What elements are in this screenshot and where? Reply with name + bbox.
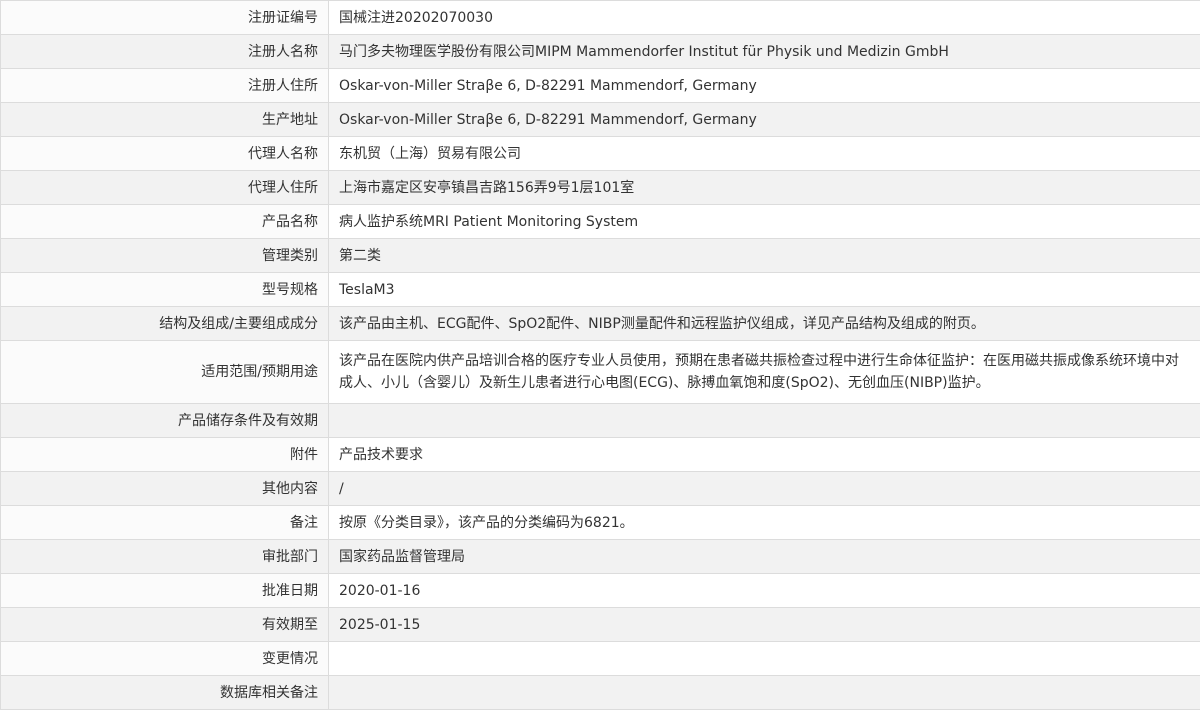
value-structure-composition: 该产品由主机、ECG配件、SpO2配件、NIBP测量配件和远程监护仪组成，详见产… [328, 306, 1200, 341]
value-remarks: 按原《分类目录》，该产品的分类编码为6821。 [328, 505, 1200, 540]
row-attachment: 附件 产品技术要求 [0, 437, 1200, 472]
value-product-name: 病人监护系统MRI Patient Monitoring System [328, 204, 1200, 239]
value-registration-number: 国械注进20202070030 [328, 0, 1200, 35]
label-database-remarks: 数据库相关备注 [0, 675, 329, 710]
row-storage-conditions: 产品储存条件及有效期 [0, 403, 1200, 438]
value-database-remarks [328, 675, 1200, 710]
value-production-address: Oskar-von-Miller Straβe 6, D-82291 Mamme… [328, 102, 1200, 137]
row-change-history: 变更情况 [0, 641, 1200, 676]
registration-record-table: 注册证编号 国械注进20202070030 注册人名称 马门多夫物理医学股份有限… [0, 0, 1200, 710]
label-structure-composition: 结构及组成/主要组成成分 [0, 306, 329, 341]
row-production-address: 生产地址 Oskar-von-Miller Straβe 6, D-82291 … [0, 102, 1200, 137]
label-attachment: 附件 [0, 437, 329, 472]
label-approval-department: 审批部门 [0, 539, 329, 574]
label-intended-use: 适用范围/预期用途 [0, 340, 329, 404]
label-product-name: 产品名称 [0, 204, 329, 239]
value-intended-use: 该产品在医院内供产品培训合格的医疗专业人员使用，预期在患者磁共振检查过程中进行生… [328, 340, 1200, 404]
value-storage-conditions [328, 403, 1200, 438]
row-remarks: 备注 按原《分类目录》，该产品的分类编码为6821。 [0, 505, 1200, 540]
value-approval-department: 国家药品监督管理局 [328, 539, 1200, 574]
value-registrant-address: Oskar-von-Miller Straβe 6, D-82291 Mamme… [328, 68, 1200, 103]
label-storage-conditions: 产品储存条件及有效期 [0, 403, 329, 438]
row-database-remarks: 数据库相关备注 [0, 675, 1200, 710]
row-product-name: 产品名称 病人监护系统MRI Patient Monitoring System [0, 204, 1200, 239]
label-change-history: 变更情况 [0, 641, 329, 676]
row-valid-until: 有效期至 2025-01-15 [0, 607, 1200, 642]
value-management-category: 第二类 [328, 238, 1200, 273]
label-valid-until: 有效期至 [0, 607, 329, 642]
label-model-spec: 型号规格 [0, 272, 329, 307]
label-remarks: 备注 [0, 505, 329, 540]
row-approval-department: 审批部门 国家药品监督管理局 [0, 539, 1200, 574]
label-registrant-name: 注册人名称 [0, 34, 329, 69]
value-attachment: 产品技术要求 [328, 437, 1200, 472]
row-model-spec: 型号规格 TeslaM3 [0, 272, 1200, 307]
label-management-category: 管理类别 [0, 238, 329, 273]
row-other-content: 其他内容 / [0, 471, 1200, 506]
row-agent-name: 代理人名称 东机贸（上海）贸易有限公司 [0, 136, 1200, 171]
label-agent-name: 代理人名称 [0, 136, 329, 171]
row-management-category: 管理类别 第二类 [0, 238, 1200, 273]
label-registration-number: 注册证编号 [0, 0, 329, 35]
row-registrant-address: 注册人住所 Oskar-von-Miller Straβe 6, D-82291… [0, 68, 1200, 103]
value-valid-until: 2025-01-15 [328, 607, 1200, 642]
row-registrant-name: 注册人名称 马门多夫物理医学股份有限公司MIPM Mammendorfer In… [0, 34, 1200, 69]
row-registration-number: 注册证编号 国械注进20202070030 [0, 0, 1200, 35]
row-intended-use: 适用范围/预期用途 该产品在医院内供产品培训合格的医疗专业人员使用，预期在患者磁… [0, 340, 1200, 404]
value-approval-date: 2020-01-16 [328, 573, 1200, 608]
row-approval-date: 批准日期 2020-01-16 [0, 573, 1200, 608]
label-production-address: 生产地址 [0, 102, 329, 137]
value-agent-name: 东机贸（上海）贸易有限公司 [328, 136, 1200, 171]
value-registrant-name: 马门多夫物理医学股份有限公司MIPM Mammendorfer Institut… [328, 34, 1200, 69]
value-other-content: / [328, 471, 1200, 506]
value-change-history [328, 641, 1200, 676]
value-agent-address: 上海市嘉定区安亭镇昌吉路156弄9号1层101室 [328, 170, 1200, 205]
label-registrant-address: 注册人住所 [0, 68, 329, 103]
value-model-spec: TeslaM3 [328, 272, 1200, 307]
label-approval-date: 批准日期 [0, 573, 329, 608]
label-agent-address: 代理人住所 [0, 170, 329, 205]
label-other-content: 其他内容 [0, 471, 329, 506]
row-structure-composition: 结构及组成/主要组成成分 该产品由主机、ECG配件、SpO2配件、NIBP测量配… [0, 306, 1200, 341]
row-agent-address: 代理人住所 上海市嘉定区安亭镇昌吉路156弄9号1层101室 [0, 170, 1200, 205]
